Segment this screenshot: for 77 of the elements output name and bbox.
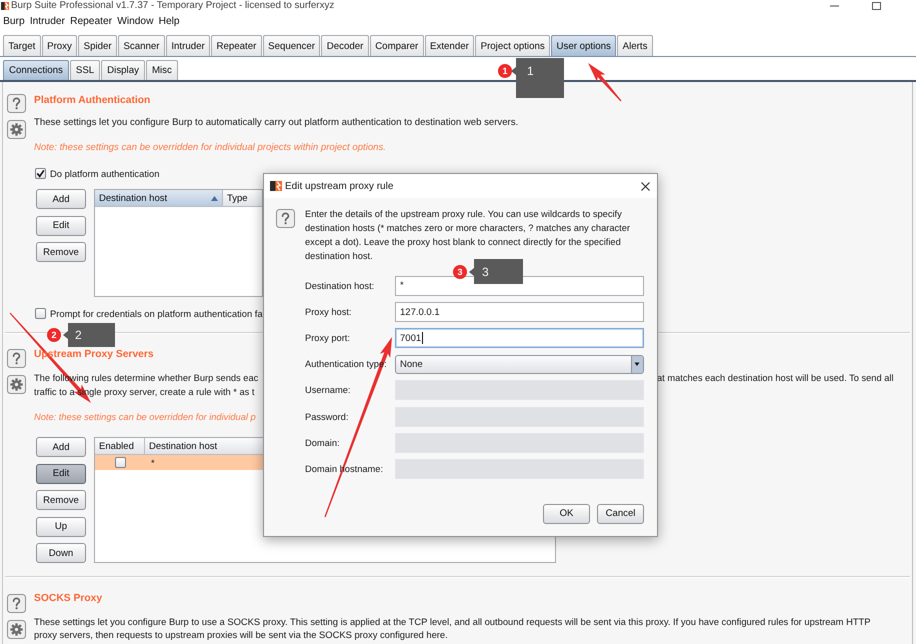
column-header[interactable]: Destination host (95, 190, 223, 206)
field-label: Password: (305, 412, 348, 422)
help-icon[interactable] (7, 594, 26, 612)
remove-button[interactable]: Remove (36, 490, 86, 510)
tab[interactable]: Repeater (211, 35, 262, 56)
callout-label: 2 (63, 323, 115, 347)
tab[interactable]: Extender (424, 35, 474, 56)
up-button[interactable]: Up (36, 516, 86, 536)
section-title: SOCKS Proxy (34, 592, 102, 606)
tab[interactable]: Proxy (42, 35, 78, 56)
logo-icon (270, 181, 282, 191)
add-button[interactable]: Add (36, 189, 86, 209)
text-field[interactable]: * (395, 276, 644, 296)
field-label: Destination host: (305, 280, 374, 291)
sort-up-icon (211, 196, 218, 200)
ok-button[interactable]: OK (543, 504, 590, 524)
help-icon (276, 209, 295, 228)
gear-icon[interactable] (7, 620, 26, 638)
close-icon[interactable] (641, 182, 650, 190)
menu-item[interactable]: Intruder (27, 16, 68, 26)
help-icon[interactable] (7, 94, 26, 113)
tab[interactable]: Spider (78, 35, 118, 56)
tab[interactable]: Display (101, 60, 145, 80)
annotation-arrow (588, 63, 622, 102)
field-label: Proxy port: (305, 333, 350, 344)
section-description: These settings let you configure Burp to use a SOCKS proxy. This setting is applied at the TCP level, and all outbound requests will be sent via this proxy. If you have configured rules for upstream HTTP proxy servers, then requests to upstream proxies will be sent via the SOCKS proxy configured here. (34, 614, 872, 640)
down-button[interactable]: Down (36, 543, 86, 563)
text-cursor-icon (422, 332, 424, 344)
field-label: Domain: (305, 438, 340, 448)
field-label: Proxy host: (305, 307, 352, 318)
checkbox[interactable] (114, 457, 126, 468)
step-badge: 2 (47, 328, 61, 342)
section-title: Platform Authentication (34, 94, 150, 108)
text-field[interactable]: 127.0.0.1 (395, 302, 644, 322)
tab[interactable]: Scanner (118, 35, 165, 56)
gear-icon[interactable] (7, 120, 26, 139)
callout-label: 1 (511, 58, 564, 98)
section-description: These settings let you configure Burp to automatically carry out platform authentication to destination web servers. (34, 116, 518, 130)
checkbox-label: Prompt for credentials on platform authentication fa (50, 308, 263, 318)
edit-button[interactable]: Edit (36, 216, 86, 236)
field-label: Username: (305, 385, 350, 396)
tab[interactable]: Comparer (370, 35, 424, 56)
tab[interactable]: Alerts (617, 35, 653, 56)
menu-item[interactable]: Help (156, 16, 182, 26)
tab[interactable]: SSL (70, 60, 100, 80)
edit-button[interactable]: Edit (36, 464, 86, 484)
tab[interactable]: Sequencer (262, 35, 320, 56)
tab[interactable]: Target (3, 35, 41, 56)
checkbox-label: Do platform authentication (50, 168, 160, 178)
tab[interactable]: Decoder (321, 35, 369, 56)
menu-item[interactable]: Window (114, 16, 156, 26)
dialog-title: Edit upstream proxy rule (285, 180, 394, 192)
note-text: Note: these settings can be overridden for individual projects within project options. (34, 141, 386, 155)
checkbox[interactable] (35, 308, 46, 318)
maximize-icon[interactable] (872, 2, 881, 10)
tab[interactable]: User options (551, 35, 616, 56)
add-button[interactable]: Add (36, 437, 86, 457)
menu-item[interactable]: Burp (0, 16, 28, 26)
callout-label: 3 (469, 259, 523, 284)
remove-button[interactable]: Remove (36, 242, 86, 262)
tab[interactable]: Intruder (166, 35, 210, 56)
text-field[interactable]: 7001 (395, 328, 644, 348)
tab[interactable]: Misc (146, 60, 178, 80)
menu-item[interactable]: Repeater (68, 16, 115, 26)
table-cell-text: * (150, 456, 156, 470)
table-row[interactable]: * (95, 455, 264, 470)
column-header[interactable]: Enabled (95, 438, 145, 454)
tab[interactable]: Connections (3, 60, 69, 80)
help-icon[interactable] (7, 349, 26, 368)
cancel-button[interactable]: Cancel (597, 504, 644, 524)
gear-icon[interactable] (7, 375, 26, 394)
caret-down-icon (631, 356, 643, 373)
window-title: Burp Suite Professional v1.7.37 - Temporary Project - licensed to surferxyz (11, 0, 334, 12)
checkbox[interactable] (35, 168, 46, 178)
dropdown[interactable]: None (395, 354, 644, 374)
note-text: Note: these settings can be overridden for individual p (34, 411, 256, 424)
tab[interactable]: Project options (475, 35, 550, 56)
